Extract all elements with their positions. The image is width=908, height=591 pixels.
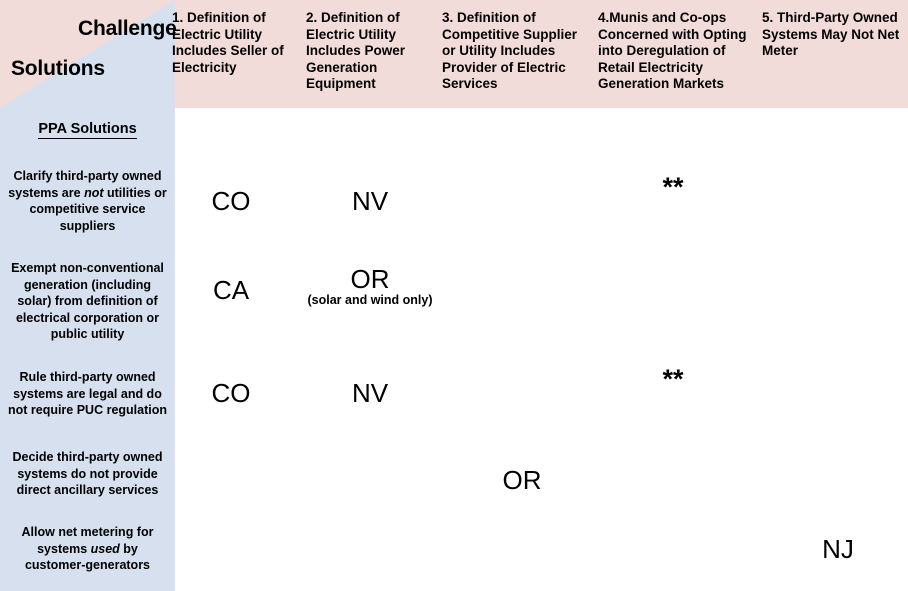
- cell-row2-col1: CA: [172, 275, 290, 306]
- cell-value: NV: [351, 186, 389, 216]
- column-header-3: 3. Definition of Competitive Supplier or…: [442, 10, 578, 92]
- cell-row3-col2: NV: [306, 378, 434, 409]
- sidebar-row-2: Exempt non-conventional generation (incl…: [11, 261, 164, 341]
- cell-row1-col1: CO: [172, 186, 290, 217]
- cell-row5-col5: NJ: [768, 534, 908, 565]
- cell-value: OR: [502, 465, 542, 495]
- cell-value: CA: [212, 275, 250, 305]
- cell-value: CO: [211, 186, 251, 216]
- sidebar-row-1: Clarify third-party owned systems are no…: [8, 169, 167, 233]
- cell-value: **: [662, 364, 684, 394]
- cell-note: (solar and wind only): [307, 293, 433, 307]
- cell-row2-col2: OR (solar and wind only): [306, 264, 434, 308]
- column-header-2: 2. Definition of Electric Utility Includ…: [306, 10, 406, 92]
- cell-value: CO: [211, 378, 251, 408]
- column-header-5: 5. Third-Party Owned Systems May Not Net…: [762, 10, 900, 59]
- column-header-1: 1. Definition of Electric Utility Includ…: [172, 10, 284, 75]
- column-header-4: 4.Munis and Co-ops Concerned with Opting…: [598, 10, 747, 92]
- sidebar-row-3: Rule third-party owned systems are legal…: [7, 370, 168, 417]
- solutions-axis-label: Solutions: [11, 57, 105, 80]
- sidebar-row-4: Decide third-party owned systems do not …: [12, 450, 163, 497]
- cell-row3-col4: **: [598, 364, 748, 395]
- cell-row1-col4: **: [598, 172, 748, 203]
- cell-value: NV: [351, 378, 389, 408]
- cell-row3-col1: CO: [172, 378, 290, 409]
- ppa-solutions-title-text: PPA Solutions: [38, 121, 137, 139]
- cell-row4-col3: OR: [452, 465, 592, 496]
- ppa-solutions-title: PPA Solutions: [0, 121, 175, 139]
- cell-value: OR: [350, 264, 390, 294]
- cell-value: **: [662, 172, 684, 202]
- matrix-diagram: Challenge Solutions 1. Definition of Ele…: [0, 0, 908, 591]
- cell-row1-col2: NV: [306, 186, 434, 217]
- cell-value: NJ: [822, 534, 854, 564]
- challenge-axis-label: Challenge: [78, 17, 177, 40]
- sidebar-row-5: Allow net metering for systems used by c…: [21, 525, 154, 572]
